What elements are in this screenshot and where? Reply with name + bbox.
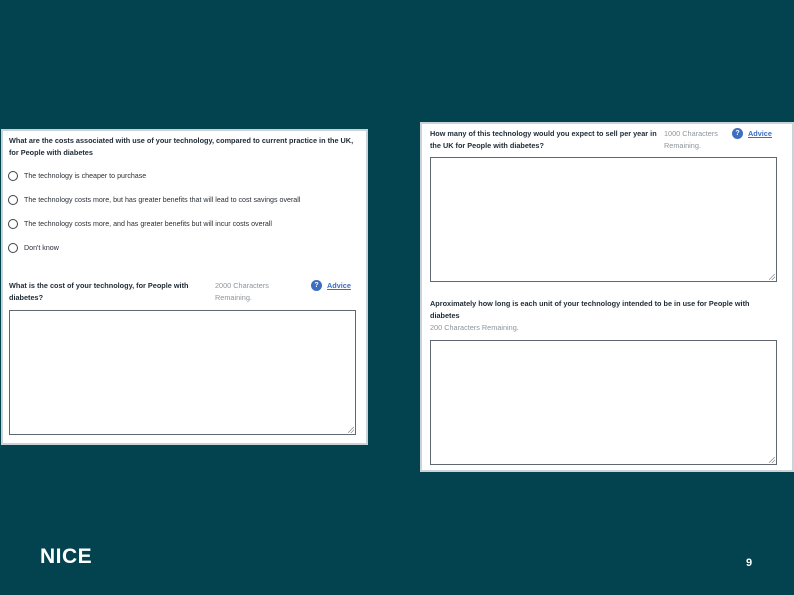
radio-button-icon[interactable]	[8, 219, 18, 229]
option-costs-more-incur[interactable]: The technology costs more, and has great…	[8, 219, 272, 229]
unit-lifespan-question: Aproximately how long is each unit of yo…	[430, 299, 750, 320]
characters-remaining: 200 Characters Remaining.	[430, 323, 519, 332]
advice-control[interactable]: ? Advice	[732, 128, 772, 139]
option-label: The technology is cheaper to purchase	[24, 172, 147, 180]
annual-sales-textarea[interactable]	[430, 157, 777, 282]
technology-cost-question: What is the cost of your technology, for…	[9, 281, 189, 302]
cost-question-panel: What are the costs associated with use o…	[1, 129, 368, 445]
advice-link[interactable]: Advice	[748, 129, 772, 138]
resize-handle-icon[interactable]	[769, 274, 775, 280]
option-dont-know[interactable]: Don't know	[8, 243, 59, 253]
option-label: Don't know	[24, 244, 59, 252]
advice-control[interactable]: ? Advice	[311, 280, 351, 291]
annual-sales-question: How many of this technology would you ex…	[430, 129, 657, 150]
technology-cost-textarea[interactable]	[9, 310, 356, 435]
radio-button-icon[interactable]	[8, 171, 18, 181]
option-label: The technology costs more, but has great…	[24, 196, 301, 204]
advice-link[interactable]: Advice	[327, 281, 351, 290]
unit-lifespan-textarea[interactable]	[430, 340, 777, 465]
option-label: The technology costs more, and has great…	[24, 220, 273, 228]
resize-handle-icon[interactable]	[348, 427, 354, 433]
radio-button-icon[interactable]	[8, 243, 18, 253]
sales-question-panel: How many of this technology would you ex…	[420, 122, 794, 472]
characters-remaining: 2000 Characters Remaining.	[215, 281, 269, 302]
help-icon[interactable]: ?	[311, 280, 322, 291]
cost-comparison-question: What are the costs associated with use o…	[9, 136, 354, 157]
characters-remaining: 1000 Characters Remaining.	[664, 129, 718, 150]
nice-logo: NICE	[40, 545, 93, 568]
help-icon[interactable]: ?	[732, 128, 743, 139]
option-cheaper[interactable]: The technology is cheaper to purchase	[8, 171, 146, 181]
resize-handle-icon[interactable]	[769, 457, 775, 463]
page-number: 9	[746, 557, 753, 569]
option-costs-more-savings[interactable]: The technology costs more, but has great…	[8, 195, 300, 205]
radio-button-icon[interactable]	[8, 195, 18, 205]
